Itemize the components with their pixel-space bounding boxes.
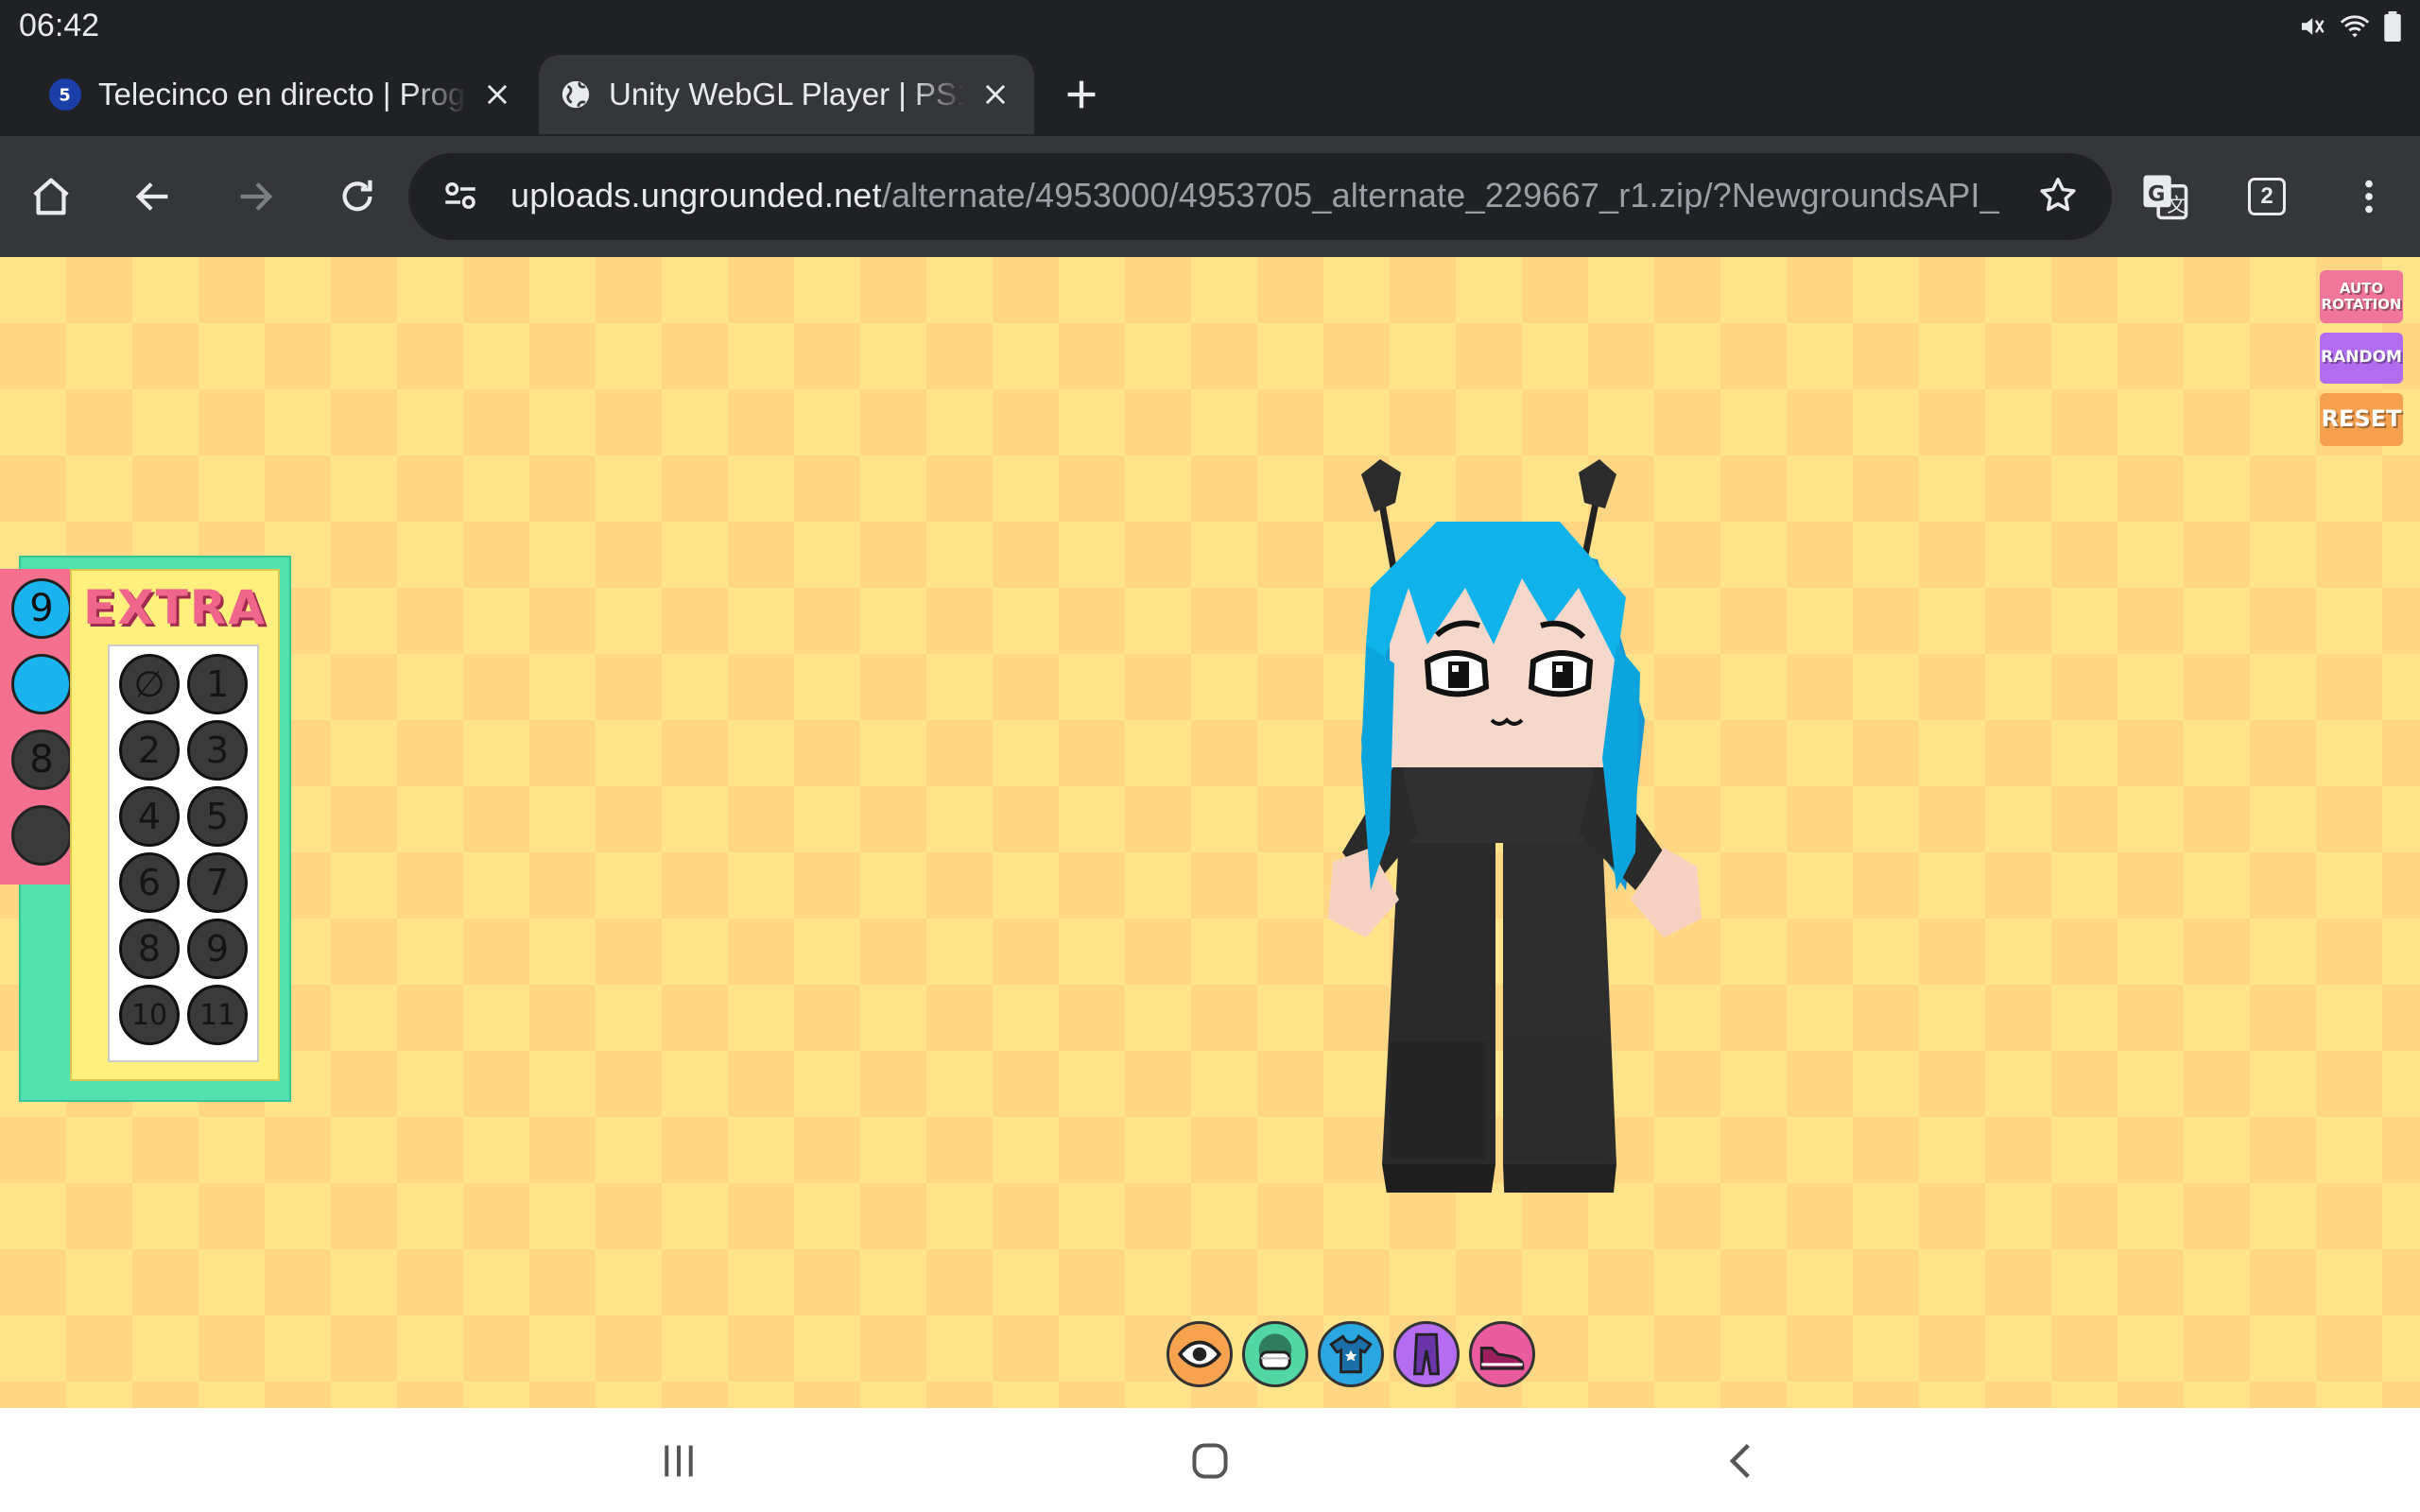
back-nav-button[interactable]	[1713, 1433, 1770, 1489]
home-nav-button[interactable]	[1182, 1433, 1238, 1489]
tab-telecinco[interactable]: 5 Telecinco en directo | Programación	[28, 55, 539, 134]
status-icons	[2297, 11, 2401, 46]
home-button[interactable]	[19, 164, 83, 229]
tab-title: Unity WebGL Player | PS1 Character Creat…	[609, 77, 966, 112]
new-tab-button[interactable]	[1057, 70, 1106, 119]
reset-button[interactable]: RESET	[2320, 393, 2403, 446]
option-button-4[interactable]: 4	[119, 786, 180, 847]
battery-icon	[2384, 11, 2401, 46]
category-mask-button[interactable]	[1242, 1321, 1308, 1387]
plus-icon	[1067, 80, 1096, 109]
character-model[interactable]	[1276, 361, 1720, 1193]
translate-icon: G文	[2143, 175, 2188, 220]
eye-icon	[1177, 1340, 1222, 1368]
color-swatch-2[interactable]	[11, 654, 72, 714]
option-label: ∅	[133, 663, 165, 705]
telecinco-favicon-icon: 5	[49, 78, 81, 111]
android-navigation-bar	[0, 1408, 2420, 1512]
wifi-icon	[2339, 12, 2371, 45]
status-bar: 06:42	[0, 0, 2420, 53]
option-label: 5	[205, 796, 230, 837]
option-button-0[interactable]: ∅	[119, 654, 180, 714]
category-eyes-button[interactable]	[1167, 1321, 1233, 1387]
option-button-6[interactable]: 6	[119, 852, 180, 913]
bookmark-star-icon[interactable]	[2036, 174, 2080, 222]
address-bar[interactable]: uploads.ungrounded.net/alternate/4953000…	[408, 153, 2112, 240]
option-button-3[interactable]: 3	[187, 720, 248, 781]
svg-text:文: 文	[2167, 194, 2186, 216]
option-button-7[interactable]: 7	[187, 852, 248, 913]
tab-unity-webgl[interactable]: Unity WebGL Player | PS1 Character Creat…	[539, 55, 1034, 134]
close-tab-icon[interactable]	[478, 76, 516, 113]
category-shoes-button[interactable]	[1469, 1321, 1535, 1387]
panel-title: EXTRA	[82, 580, 267, 635]
close-tab-icon[interactable]	[977, 76, 1013, 113]
mask-icon	[1258, 1333, 1292, 1370]
option-label: 9	[205, 928, 230, 970]
option-button-2[interactable]: 2	[119, 720, 180, 781]
url-text[interactable]: uploads.ungrounded.net/alternate/4953000…	[510, 176, 1999, 215]
tab-count: 2	[2248, 178, 2286, 215]
back-arrow-icon	[135, 182, 168, 211]
category-pants-button[interactable]	[1393, 1321, 1460, 1387]
globe-icon	[560, 78, 592, 111]
option-button-5[interactable]: 5	[187, 786, 248, 847]
more-vert-icon	[2365, 180, 2373, 214]
tab-strip: 5 Telecinco en directo | Programación Un…	[0, 53, 2420, 136]
color-swatch-3[interactable]: 8	[11, 730, 72, 790]
shoe-icon	[1479, 1346, 1525, 1370]
forward-button[interactable]	[223, 164, 287, 229]
back-button[interactable]	[121, 164, 185, 229]
mute-icon	[2297, 12, 2325, 45]
site-settings-icon[interactable]	[441, 176, 480, 220]
home-circle-icon	[1192, 1443, 1228, 1479]
auto-rotation-button[interactable]: AUTO ROTATION	[2320, 270, 2403, 323]
svg-text:5: 5	[59, 87, 70, 105]
option-button-9[interactable]: 9	[187, 919, 248, 979]
color-swatch-4[interactable]	[11, 805, 72, 866]
pants-icon	[1412, 1332, 1441, 1376]
forward-arrow-icon	[240, 182, 273, 211]
shirt-icon	[1329, 1334, 1373, 1374]
status-time: 06:42	[19, 8, 100, 43]
option-label: 4	[137, 796, 162, 837]
option-label: 6	[137, 862, 162, 903]
menu-button[interactable]	[2337, 164, 2401, 229]
option-label: 3	[205, 730, 230, 771]
option-label: 11	[199, 998, 236, 1032]
option-label: 10	[130, 998, 168, 1032]
home-icon	[33, 178, 69, 215]
option-button-11[interactable]: 11	[187, 985, 248, 1045]
option-label: 7	[205, 862, 230, 903]
svg-text:G: G	[2148, 182, 2165, 207]
option-button-10[interactable]: 10	[119, 985, 180, 1045]
translate-button[interactable]: G文	[2133, 164, 2197, 229]
color-swatch-1[interactable]: 9	[11, 578, 72, 639]
recent-apps-button[interactable]	[650, 1433, 707, 1489]
reload-icon	[342, 180, 372, 212]
option-button-8[interactable]: 8	[119, 919, 180, 979]
browser-toolbar: uploads.ungrounded.net/alternate/4953000…	[0, 136, 2420, 257]
random-button[interactable]: RANDOM	[2320, 333, 2403, 384]
reload-button[interactable]	[325, 164, 389, 229]
option-button-1[interactable]: 1	[187, 654, 248, 714]
category-shirt-button[interactable]	[1318, 1321, 1384, 1387]
option-label: 2	[137, 730, 162, 771]
recent-apps-icon	[665, 1445, 693, 1477]
tab-title: Telecinco en directo | Programación	[98, 77, 467, 112]
tab-switcher-button[interactable]: 2	[2235, 164, 2299, 229]
option-label: 8	[137, 928, 162, 970]
chevron-left-icon	[1729, 1443, 1750, 1479]
option-label: 1	[205, 663, 230, 705]
unity-game-canvas[interactable]: AUTO ROTATION RANDOM RESET 9 8 EXTRA ∅ 1 2…	[0, 257, 2420, 1408]
